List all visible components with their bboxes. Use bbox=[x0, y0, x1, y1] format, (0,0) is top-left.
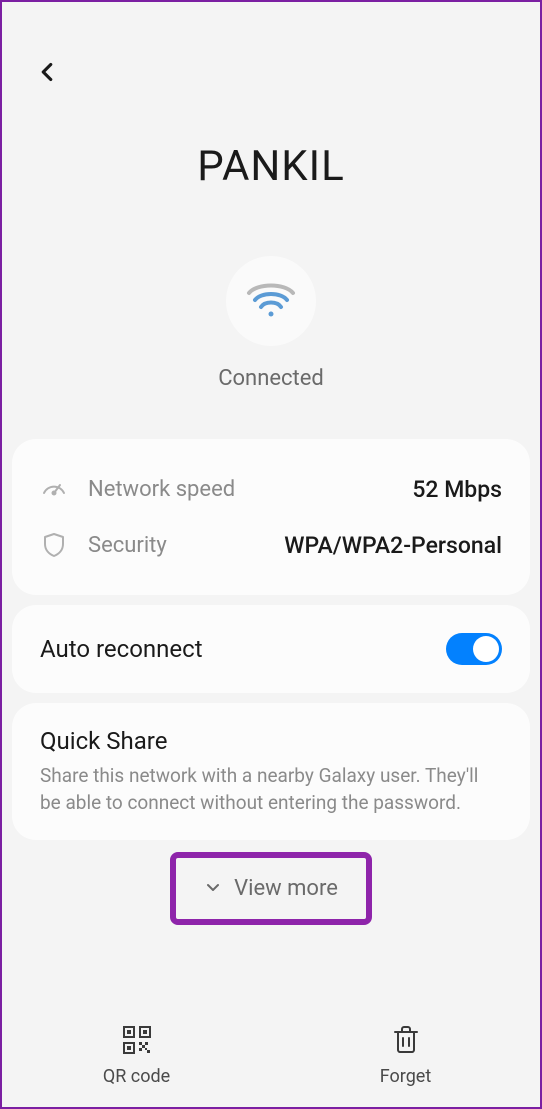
security-value: WPA/WPA2-Personal bbox=[284, 532, 502, 559]
qr-code-label: QR code bbox=[103, 1066, 170, 1087]
back-button[interactable] bbox=[32, 57, 62, 87]
wifi-icon-container bbox=[2, 256, 540, 346]
speed-value: 52 Mbps bbox=[412, 476, 502, 503]
auto-reconnect-label: Auto reconnect bbox=[40, 635, 203, 663]
connection-status: Connected bbox=[2, 366, 540, 391]
security-label: Security bbox=[88, 533, 167, 558]
bottom-bar: QR code Forget bbox=[2, 1004, 540, 1107]
network-name: PANKIL bbox=[2, 142, 540, 191]
shield-icon bbox=[40, 531, 68, 559]
quick-share-description: Share this network with a nearby Galaxy … bbox=[40, 763, 502, 816]
chevron-down-icon bbox=[204, 878, 222, 900]
view-more-button[interactable]: View more bbox=[170, 852, 372, 925]
wifi-icon bbox=[245, 279, 297, 323]
auto-reconnect-toggle[interactable] bbox=[446, 633, 502, 665]
speed-label: Network speed bbox=[88, 477, 235, 502]
security-row: Security WPA/WPA2-Personal bbox=[40, 517, 502, 573]
auto-reconnect-row[interactable]: Auto reconnect bbox=[12, 605, 530, 693]
forget-label: Forget bbox=[380, 1066, 432, 1087]
network-info-card: Network speed 52 Mbps Security WPA/WPA2-… bbox=[12, 439, 530, 595]
forget-button[interactable]: Forget bbox=[326, 1024, 486, 1087]
network-speed-row: Network speed 52 Mbps bbox=[40, 461, 502, 517]
quick-share-title: Quick Share bbox=[40, 727, 502, 755]
qr-code-button[interactable]: QR code bbox=[57, 1024, 217, 1087]
quick-share-card[interactable]: Quick Share Share this network with a ne… bbox=[12, 703, 530, 840]
speed-icon bbox=[40, 475, 68, 503]
qr-code-icon bbox=[121, 1024, 153, 1056]
view-more-label: View more bbox=[234, 876, 338, 901]
trash-icon bbox=[390, 1024, 422, 1056]
